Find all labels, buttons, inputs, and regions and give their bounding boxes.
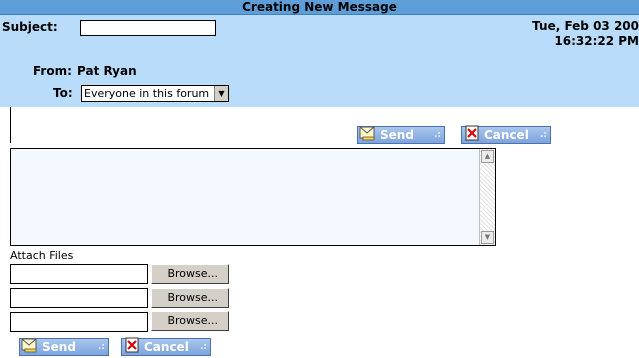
window-title: Creating New Message	[0, 0, 639, 15]
file-input-3[interactable]	[10, 312, 148, 332]
grip-icon: .:	[539, 130, 547, 140]
from-value: Pat Ryan	[77, 64, 137, 78]
scrollbar[interactable]: ▲ ▼	[479, 149, 495, 245]
cancel-doc-icon	[465, 125, 479, 141]
browse-button-3[interactable]: Browse...	[151, 311, 229, 331]
cancel-button-bottom[interactable]: Cancel .:	[121, 337, 211, 356]
cancel-button-label: Cancel	[484, 128, 529, 142]
message-body-textarea[interactable]: ▲ ▼	[10, 148, 496, 246]
send-button-bottom[interactable]: Send .:	[19, 338, 109, 356]
file-input-2[interactable]	[10, 288, 148, 308]
attach-files-label: Attach Files	[10, 249, 74, 262]
file-input-1[interactable]	[10, 264, 148, 284]
subject-label: Subject:	[2, 20, 58, 34]
grip-icon: .:	[97, 342, 105, 352]
from-label: From:	[33, 64, 72, 78]
scroll-down-icon[interactable]: ▼	[481, 231, 494, 244]
to-label: To:	[53, 86, 73, 100]
subject-input[interactable]	[80, 20, 216, 36]
browse-button-1[interactable]: Browse...	[151, 264, 229, 284]
divider	[10, 107, 11, 143]
envelope-icon	[359, 126, 375, 141]
recipient-select-value: Everyone in this forum	[84, 87, 210, 100]
send-button-label: Send	[380, 128, 414, 142]
browse-button-2[interactable]: Browse...	[151, 288, 229, 308]
date-display: Tue, Feb 03 200 16:32:22 PM	[499, 19, 639, 49]
grip-icon: .:	[199, 342, 207, 352]
scroll-up-icon[interactable]: ▲	[481, 150, 494, 163]
send-button-label: Send	[42, 340, 76, 354]
time-line: 16:32:22 PM	[554, 34, 639, 48]
envelope-icon	[21, 338, 37, 353]
cancel-button-top[interactable]: Cancel .:	[461, 125, 551, 144]
cancel-button-label: Cancel	[144, 340, 189, 354]
cancel-doc-icon	[125, 337, 139, 353]
chevron-down-icon[interactable]: ▼	[214, 86, 228, 101]
send-button-top[interactable]: Send .:	[357, 126, 445, 144]
grip-icon: .:	[433, 130, 441, 140]
recipient-select[interactable]: Everyone in this forum ▼	[81, 85, 229, 102]
date-line: Tue, Feb 03 200	[532, 19, 639, 33]
